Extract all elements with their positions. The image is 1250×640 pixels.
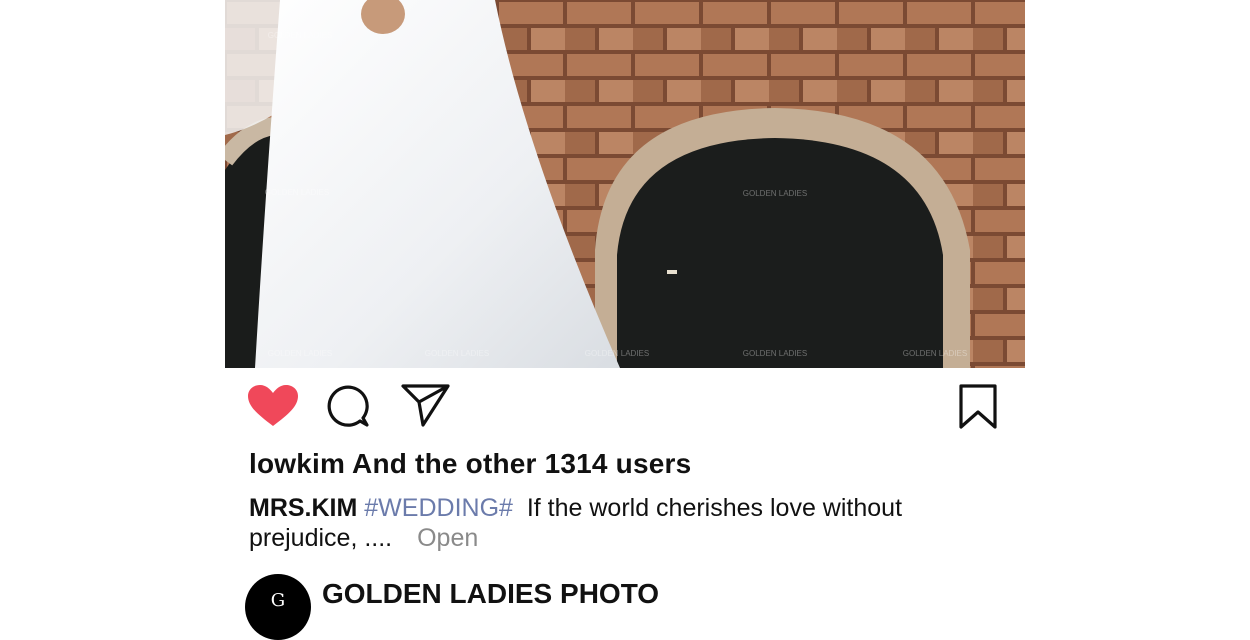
likes-count[interactable]: lowkim And the other 1314 users [249,448,691,480]
avatar[interactable]: G [245,574,311,640]
open-caption-link[interactable]: Open [417,524,478,552]
post-photo[interactable]: GOLDEN LADIES GOLDEN LADIES GOLDEN LADIE… [225,0,1025,368]
profile-name[interactable]: GOLDEN LADIES PHOTO [322,578,659,610]
svg-text:GOLDEN LADIES: GOLDEN LADIES [743,189,807,198]
svg-text:GOLDEN LADIES: GOLDEN LADIES [268,349,332,358]
comment-icon[interactable] [327,385,373,431]
hashtag-link[interactable]: #WEDDING# [364,494,513,522]
wedding-photo-image: GOLDEN LADIES GOLDEN LADIES GOLDEN LADIE… [225,0,1025,368]
avatar-glyph: G [270,590,286,611]
svg-text:GOLDEN LADIES: GOLDEN LADIES [585,349,649,358]
svg-text:GOLDEN LADIES: GOLDEN LADIES [903,349,967,358]
post-caption: MRS.KIM #WEDDING# If the world cherishes… [249,493,949,553]
svg-text:GOLDEN LADIES: GOLDEN LADIES [425,349,489,358]
heart-icon[interactable] [247,384,299,428]
watermark-text: GOLDEN LADIES [268,31,332,40]
action-bar [225,368,1025,440]
svg-text:GOLDEN LADIES: GOLDEN LADIES [743,349,807,358]
send-icon[interactable] [401,384,451,428]
bookmark-icon[interactable] [958,384,998,430]
post-card: GOLDEN LADIES GOLDEN LADIES GOLDEN LADIE… [225,0,1025,640]
svg-text:GOLDEN LADIES: GOLDEN LADIES [265,188,329,197]
caption-username[interactable]: MRS.KIM [249,494,357,522]
